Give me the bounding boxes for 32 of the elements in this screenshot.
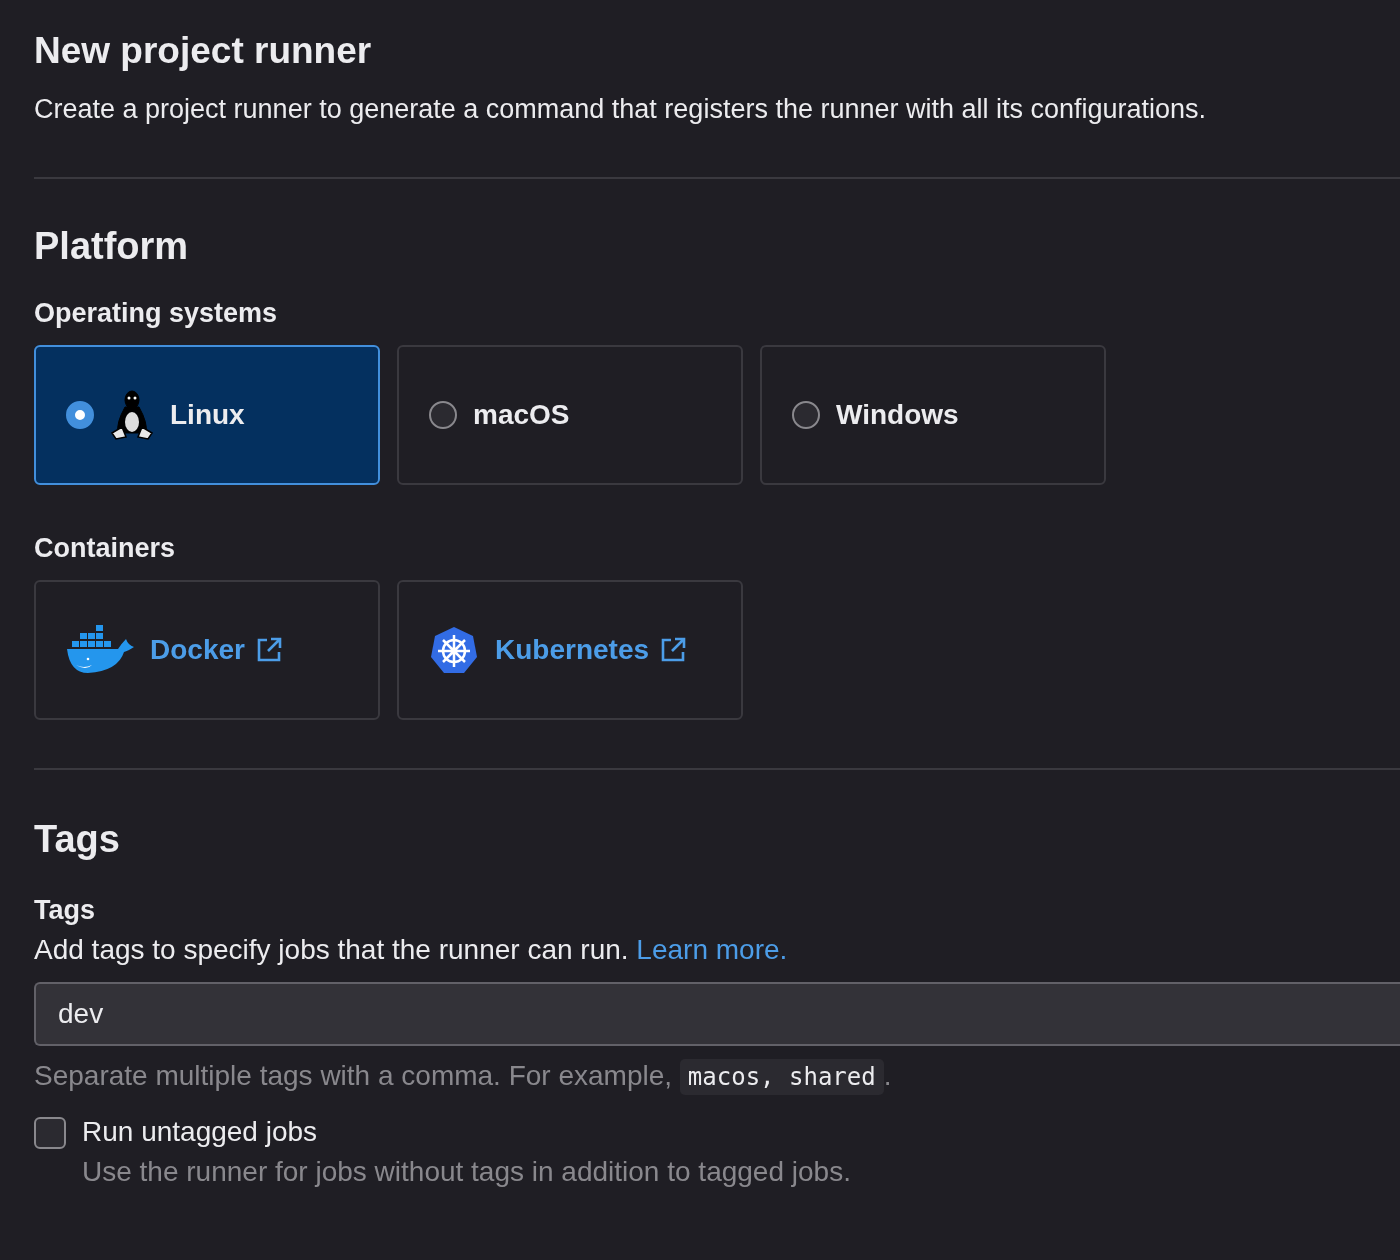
helm-wheel-icon <box>429 625 479 675</box>
section-heading: Platform <box>34 225 190 268</box>
option-card[interactable]: macOS <box>397 345 743 485</box>
help-text: Separate multiple tags with a comma. For example, macos, shared . <box>34 1060 1400 1092</box>
code-example: macos, shared <box>679 1059 884 1095</box>
radio-button[interactable] <box>792 401 820 429</box>
radio-button[interactable] <box>429 401 457 429</box>
option-card[interactable]: Windows <box>760 345 1106 485</box>
learn-more-link[interactable]: Learn more. <box>636 934 788 965</box>
option-label: Windows <box>836 399 959 431</box>
selected-option-card[interactable]: Linux <box>34 345 380 485</box>
option-label: macOS <box>473 399 570 431</box>
external-link[interactable]: Docker <box>150 634 283 666</box>
field-label: Operating systems <box>34 298 279 329</box>
field-label: Tags <box>34 895 96 926</box>
field-label: Containers <box>34 533 177 564</box>
external-link-icon <box>659 636 688 664</box>
tags-input-field[interactable]: dev <box>34 982 1400 1046</box>
page-title: New project runner <box>34 30 373 72</box>
option-card[interactable]: Kubernetes <box>397 580 743 720</box>
section-heading: Tags <box>34 818 121 861</box>
external-link[interactable]: Kubernetes <box>495 634 688 666</box>
field-description: Add tags to specify jobs that the runner can run. Learn more. <box>34 934 789 966</box>
radio-button[interactable] <box>66 401 94 429</box>
penguin-icon <box>110 389 154 441</box>
checkbox[interactable] <box>34 1117 66 1149</box>
checkbox-help-text: Use the runner for jobs without tags in addition to tagged jobs. <box>82 1156 851 1188</box>
option-label: Linux <box>170 399 245 431</box>
page-description: Create a project runner to generate a command that registers the runner with all its configurations. <box>34 94 1208 125</box>
whale-icon <box>66 625 134 675</box>
option-card[interactable]: Docker <box>34 580 380 720</box>
checkbox-label: Run untagged jobs <box>82 1116 319 1148</box>
